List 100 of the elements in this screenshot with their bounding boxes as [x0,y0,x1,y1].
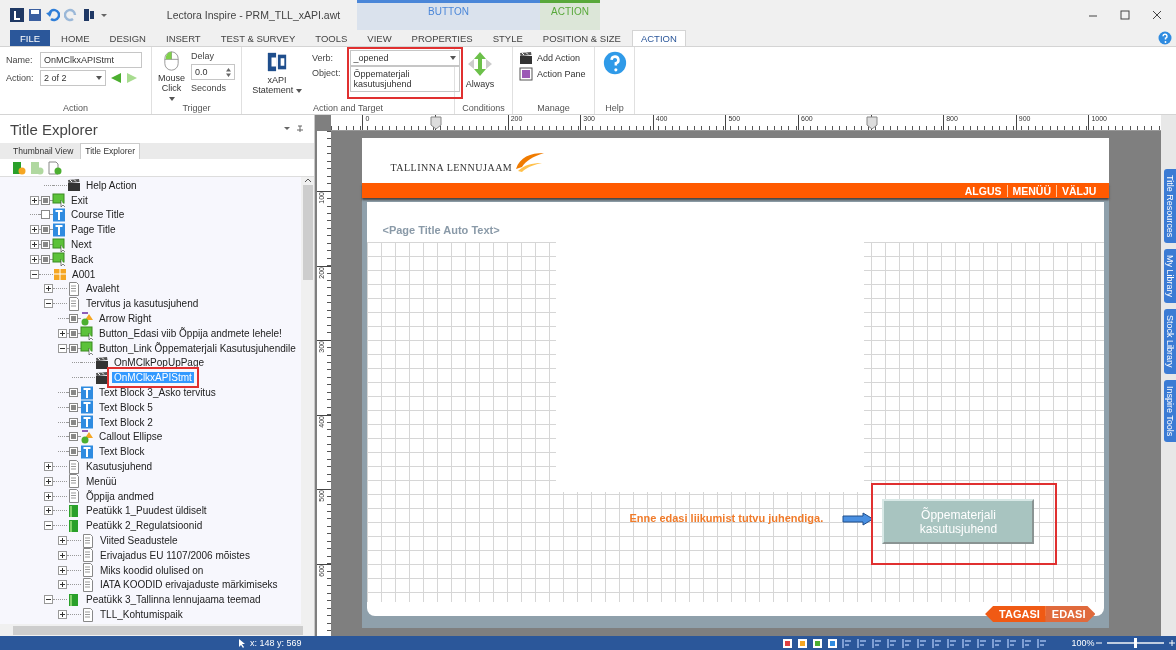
align-icon[interactable] [871,637,883,649]
tree-item[interactable]: Viited Seadustele [98,535,180,546]
vertical-scrollbar[interactable] [301,177,315,624]
trigger-dropdown[interactable]: Mouse Click [158,73,185,103]
ribbon-tab[interactable]: POSITION & SIZE [533,30,630,46]
align-icon[interactable] [1036,637,1048,649]
tree-item[interactable]: Next [69,239,94,251]
close-icon[interactable] [1152,10,1162,20]
visibility-checkbox[interactable] [69,328,78,338]
align-icon[interactable] [946,637,958,649]
expand-icon[interactable] [58,565,67,575]
align-icon[interactable] [856,637,868,649]
expand-icon[interactable] [58,328,67,338]
tree-item[interactable]: Course Title [69,209,127,221]
align-icon[interactable] [931,637,943,649]
add-page-icon[interactable] [48,160,62,175]
visibility-checkbox[interactable] [69,432,78,442]
slider-thumb[interactable] [1133,638,1137,648]
collapse-icon[interactable] [44,521,53,531]
visibility-checkbox[interactable] [69,388,78,398]
ribbon-tab[interactable]: STYLE [483,30,532,46]
align-icon[interactable] [961,637,973,649]
expand-icon[interactable] [30,225,39,235]
tree-item[interactable]: Kasutusjuhend [84,461,155,473]
tree-item[interactable]: Peatükk 1_Puudest üldiselt [84,505,209,517]
visibility-checkbox[interactable] [41,254,50,264]
app-logo-icon[interactable] [10,8,24,22]
ribbon-tab[interactable]: INSERT [157,30,210,46]
align-icon[interactable] [886,637,898,649]
tree-item[interactable]: Help Action [84,179,139,191]
pin-icon[interactable] [284,125,305,133]
ribbon-tab[interactable]: HOME [52,30,99,46]
view-mode-icon[interactable] [781,637,793,649]
view-mode-icon[interactable] [826,637,838,649]
expand-icon[interactable] [30,195,39,205]
maximize-icon[interactable] [1120,10,1130,20]
expand-icon[interactable] [44,462,53,472]
align-icon[interactable] [901,637,913,649]
tree-item[interactable]: Peatükk 2_Regulatsioonid [84,520,205,532]
zoom-out-icon[interactable] [1094,639,1103,647]
tree-item[interactable]: Page Title [69,224,118,236]
visibility-checkbox[interactable] [69,447,78,457]
visibility-checkbox[interactable] [69,314,78,324]
save-icon[interactable] [28,8,42,22]
scrollbar-thumb[interactable] [302,185,313,280]
ribbon-tab[interactable]: TOOLS [306,30,357,46]
expand-icon[interactable] [30,254,39,264]
tree-item[interactable]: Text Block 3_Asko tervitus [97,387,218,399]
tree-item[interactable]: Exit [69,194,90,206]
tree-item[interactable]: Erivajadus EU 1107/2006 mõistes [98,549,252,561]
expand-icon[interactable] [44,491,53,501]
help-icon[interactable] [602,51,627,75]
panel-tab[interactable]: Title Explorer [80,143,141,159]
help-icon[interactable] [1158,31,1172,45]
manage-button[interactable]: Action Pane [537,69,586,79]
visibility-checkbox[interactable] [69,402,78,412]
tree-item[interactable]: Callout Ellipse [97,431,165,443]
tree-item[interactable]: Menüü [84,475,119,487]
visibility-checkbox[interactable] [41,225,50,235]
object-field[interactable]: Õppematerjali kasutusjuhend [349,66,460,92]
collapse-icon[interactable] [44,299,53,309]
visibility-checkbox[interactable] [41,210,50,220]
expand-icon[interactable] [58,550,67,560]
expand-icon[interactable] [58,610,67,619]
publish-icon[interactable] [82,8,96,22]
ribbon-tab[interactable]: VIEW [358,30,401,46]
scrollbar-thumb[interactable] [13,625,303,635]
file-tab[interactable]: FILE [10,30,51,46]
ribbon-tab[interactable]: DESIGN [100,30,155,46]
add-chapter-icon[interactable] [12,160,26,175]
tree-item[interactable]: Õppija andmed [84,490,156,502]
tree-item[interactable]: Peatükk 3_Tallinna lennujaama teemad [84,594,263,606]
expand-icon[interactable] [44,476,53,486]
tree-item[interactable]: Button_Edasi viib Õppija andmete lehele! [97,327,284,339]
expand-icon[interactable] [30,240,39,250]
align-icon[interactable] [976,637,988,649]
side-panel-tab[interactable]: Stock Library [1164,309,1176,374]
ribbon-tab[interactable]: PROPERTIES [402,30,482,46]
align-icon[interactable] [916,637,928,649]
tree-item[interactable]: Back [69,253,96,265]
previous-icon[interactable] [110,72,122,84]
expand-icon[interactable] [44,284,53,294]
visibility-checkbox[interactable] [69,417,78,427]
tree-item[interactable]: Tervitus ja kasutusjuhend [84,298,201,310]
side-panel-tab[interactable]: Inspire Tools [1164,379,1176,443]
view-mode-icon[interactable] [796,637,808,649]
collapse-icon[interactable] [44,595,53,605]
tree-item[interactable]: Text Block [97,446,147,458]
align-icon[interactable] [991,637,1003,649]
tree-item[interactable]: Avaleht [84,283,122,295]
tree-item[interactable]: Text Block 2 [97,416,155,428]
name-field[interactable]: OnMClkxAPIStmt [40,52,142,68]
horizontal-scrollbar[interactable] [0,624,315,636]
tree-item[interactable]: OnMClkPopUpPage [112,357,207,369]
align-icon[interactable] [1021,637,1033,649]
tree-item[interactable]: Arrow Right [97,313,154,325]
expand-icon[interactable] [44,506,53,516]
manage-button[interactable]: Add Action [537,53,581,63]
panel-tab[interactable]: Thumbnail View [8,143,79,159]
xapi-statement-dropdown[interactable]: xAPI Statement [248,51,306,101]
